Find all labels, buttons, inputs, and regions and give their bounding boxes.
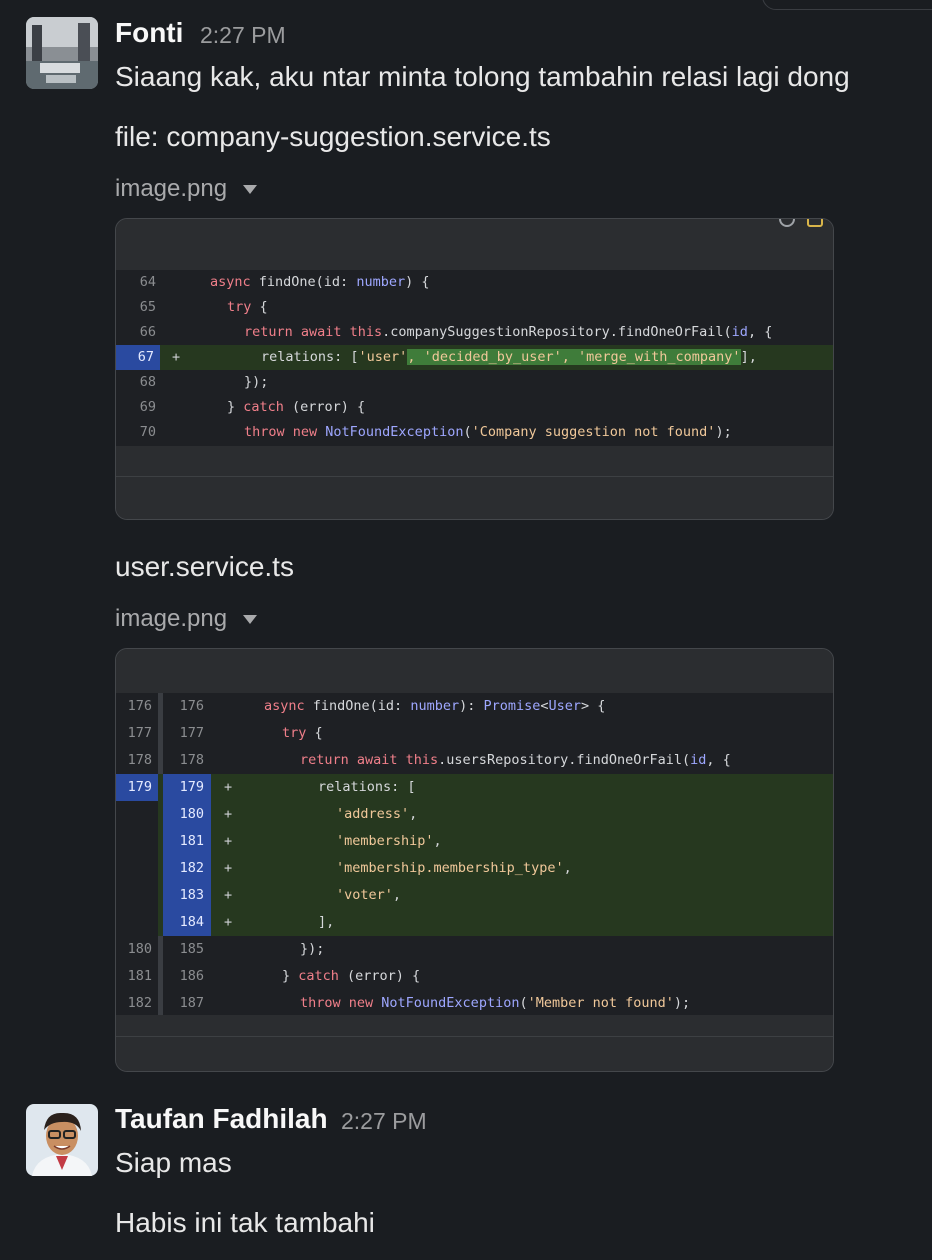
code-line-added: 183 + 'voter', <box>116 882 833 909</box>
code-line: 176 176 async findOne(id: number): Promi… <box>116 693 833 720</box>
code-line: 182 187 throw new NotFoundException('Mem… <box>116 990 833 1017</box>
new-line-number: 179 <box>163 774 211 801</box>
new-line-number: 185 <box>179 941 204 957</box>
attachment-label[interactable]: image.png <box>115 175 258 203</box>
code-line: 64 async findOne(id: number) { <box>116 270 833 295</box>
code-line-added: 184 + ], <box>116 909 833 936</box>
new-line-number: 182 <box>163 855 211 882</box>
avatar[interactable] <box>26 17 98 89</box>
line-number: 64 <box>139 274 156 290</box>
diff-view: 64 async findOne(id: number) { 65 try { … <box>116 270 833 446</box>
old-line-number: 176 <box>127 698 152 714</box>
author-name[interactable]: Taufan Fadhilah <box>115 1103 328 1135</box>
code-line: 68 }); <box>116 370 833 395</box>
attachment-label[interactable]: image.png <box>115 605 258 633</box>
code-line: 178 178 return await this.usersRepositor… <box>116 747 833 774</box>
search-pill[interactable] <box>762 0 932 10</box>
code-line: 69 } catch (error) { <box>116 395 833 420</box>
code-line: 70 throw new NotFoundException('Company … <box>116 420 833 445</box>
old-line-number: 181 <box>127 968 152 984</box>
message-line: Habis ini tak tambahi <box>115 1207 375 1238</box>
new-line-number: 177 <box>179 725 204 741</box>
old-line-number: 180 <box>127 941 152 957</box>
message-line: Siaang kak, aku ntar minta tolong tambah… <box>115 61 850 92</box>
old-line-number: 178 <box>127 752 152 768</box>
diff-plus-sign: + <box>172 349 181 365</box>
code-line: 66 return await this.companySuggestionRe… <box>116 320 833 345</box>
chevron-down-icon[interactable] <box>243 184 258 194</box>
diff-plus-sign: + <box>224 779 233 795</box>
line-number: 67 <box>116 345 160 370</box>
line-number: 70 <box>139 424 156 440</box>
diff-plus-sign: + <box>224 914 233 930</box>
message-line: user.service.ts <box>115 551 294 582</box>
old-line-number: 177 <box>127 725 152 741</box>
code-line-added: 181 + 'membership', <box>116 828 833 855</box>
avatar[interactable] <box>26 1104 98 1176</box>
code-screenshot-1[interactable]: 64 async findOne(id: number) { 65 try { … <box>115 218 834 520</box>
line-number: 65 <box>139 299 156 315</box>
copy-icon <box>807 219 823 227</box>
new-line-number: 187 <box>179 995 204 1011</box>
code-line: 65 try { <box>116 295 833 320</box>
attachment-filename: image.png <box>115 605 228 632</box>
settings-icon <box>779 219 795 227</box>
new-line-number: 178 <box>179 752 204 768</box>
code-line: 177 177 try { <box>116 720 833 747</box>
code-line-added: 179 179 + relations: [ <box>116 774 833 801</box>
code-line-added: 67 + relations: ['user', 'decided_by_use… <box>116 345 833 370</box>
diff-plus-sign: + <box>224 833 233 849</box>
chevron-down-icon[interactable] <box>243 614 258 624</box>
diff-plus-sign: + <box>224 806 233 822</box>
old-line-number: 182 <box>127 995 152 1011</box>
diff-view: 176 176 async findOne(id: number): Promi… <box>116 693 833 1015</box>
code-screenshot-2[interactable]: 176 176 async findOne(id: number): Promi… <box>115 648 834 1072</box>
code-line: 181 186 } catch (error) { <box>116 963 833 990</box>
new-line-number: 183 <box>163 882 211 909</box>
author-name[interactable]: Fonti <box>115 17 183 49</box>
line-number: 68 <box>139 374 156 390</box>
code-line: 180 185 }); <box>116 936 833 963</box>
new-line-number: 181 <box>163 828 211 855</box>
diff-plus-sign: + <box>224 887 233 903</box>
new-line-number: 184 <box>163 909 211 936</box>
new-line-number: 180 <box>163 801 211 828</box>
new-line-number: 186 <box>179 968 204 984</box>
code-line-added: 180 + 'address', <box>116 801 833 828</box>
message-line: file: company-suggestion.service.ts <box>115 121 551 152</box>
diff-plus-sign: + <box>224 860 233 876</box>
code-line-added: 182 + 'membership.membership_type', <box>116 855 833 882</box>
message-line: Siap mas <box>115 1147 232 1178</box>
attachment-filename: image.png <box>115 175 228 202</box>
timestamp[interactable]: 2:27 PM <box>341 1108 427 1135</box>
new-line-number: 176 <box>179 698 204 714</box>
timestamp[interactable]: 2:27 PM <box>200 22 286 49</box>
old-line-number: 179 <box>116 774 158 801</box>
line-number: 69 <box>139 399 156 415</box>
line-number: 66 <box>139 324 156 340</box>
